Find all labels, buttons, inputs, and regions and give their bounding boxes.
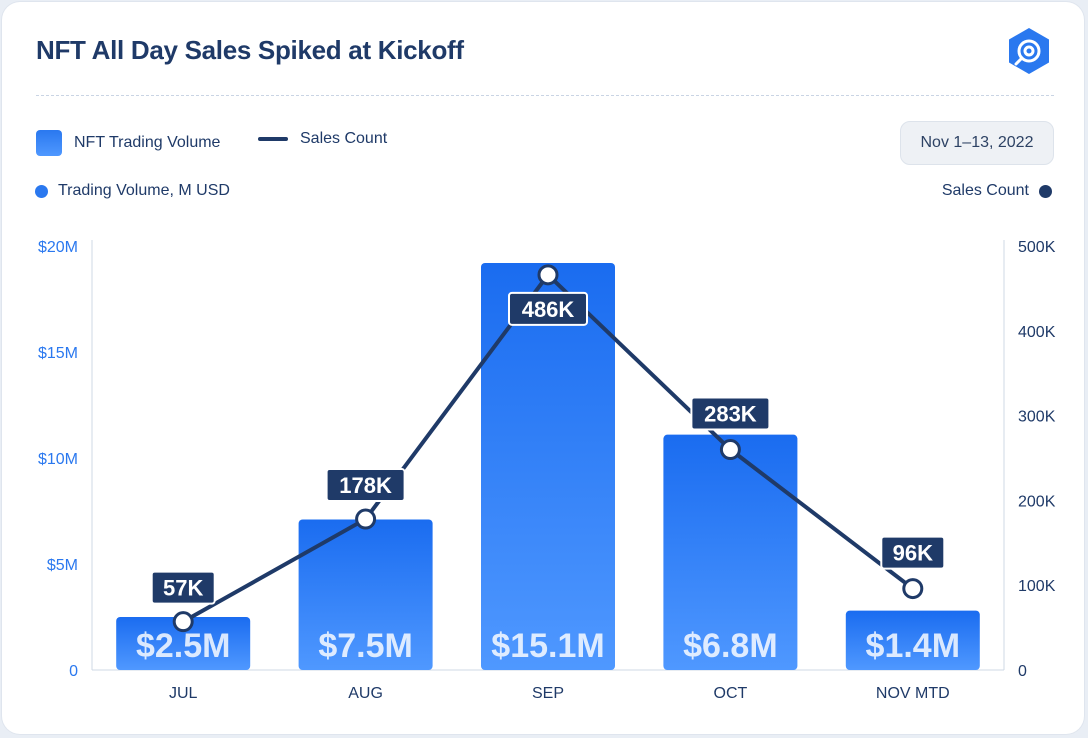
left-axis-tick-label: $5M [47,557,78,574]
right-axis-tick-label: 500K [1018,239,1056,256]
sales-count-point [719,439,741,461]
chart-card: NFT All Day Sales Spiked at Kickoff NFT … [2,2,1084,734]
volume-bar-label: $6.8M [683,627,778,665]
right-axis-tick-label: 300K [1018,409,1056,426]
volume-bar-label: $2.5M [136,627,231,665]
chart-plot: 0 $5M $10M $15M $20M 0 100K 200K 300K 400K 500K $2.… [38,239,1056,702]
sales-count-label: 57K [163,576,203,601]
sales-count-point [355,508,377,530]
sales-count-point [172,611,194,633]
x-axis-tick-label: SEP [532,685,564,702]
volume-bar-label: $15.1M [491,627,604,665]
sales-count-label: 283K [704,402,757,427]
x-axis-tick-label: AUG [348,685,383,702]
sales-count-label: 486K [522,297,575,322]
left-axis-tick-label: $15M [38,345,78,362]
right-axis-tick-label: 200K [1018,493,1056,510]
right-axis-tick-label: 0 [1018,663,1027,680]
volume-bar-label: $7.5M [318,627,413,665]
x-axis-tick-label: NOV MTD [876,685,950,702]
sales-count-point [902,578,924,600]
sales-count-label: 178K [339,473,392,498]
left-axis-tick-label: $20M [38,239,78,256]
x-axis-tick-label: OCT [714,685,748,702]
right-axis-tick-label: 100K [1018,578,1056,595]
x-axis-tick-label: JUL [169,685,198,702]
left-axis-tick-label: $10M [38,451,78,468]
left-axis-tick-label: 0 [69,663,78,680]
sales-count-label: 96K [893,541,933,566]
right-axis-tick-label: 400K [1018,324,1056,341]
volume-bar-label: $1.4M [866,627,961,665]
sales-count-point [537,264,559,286]
